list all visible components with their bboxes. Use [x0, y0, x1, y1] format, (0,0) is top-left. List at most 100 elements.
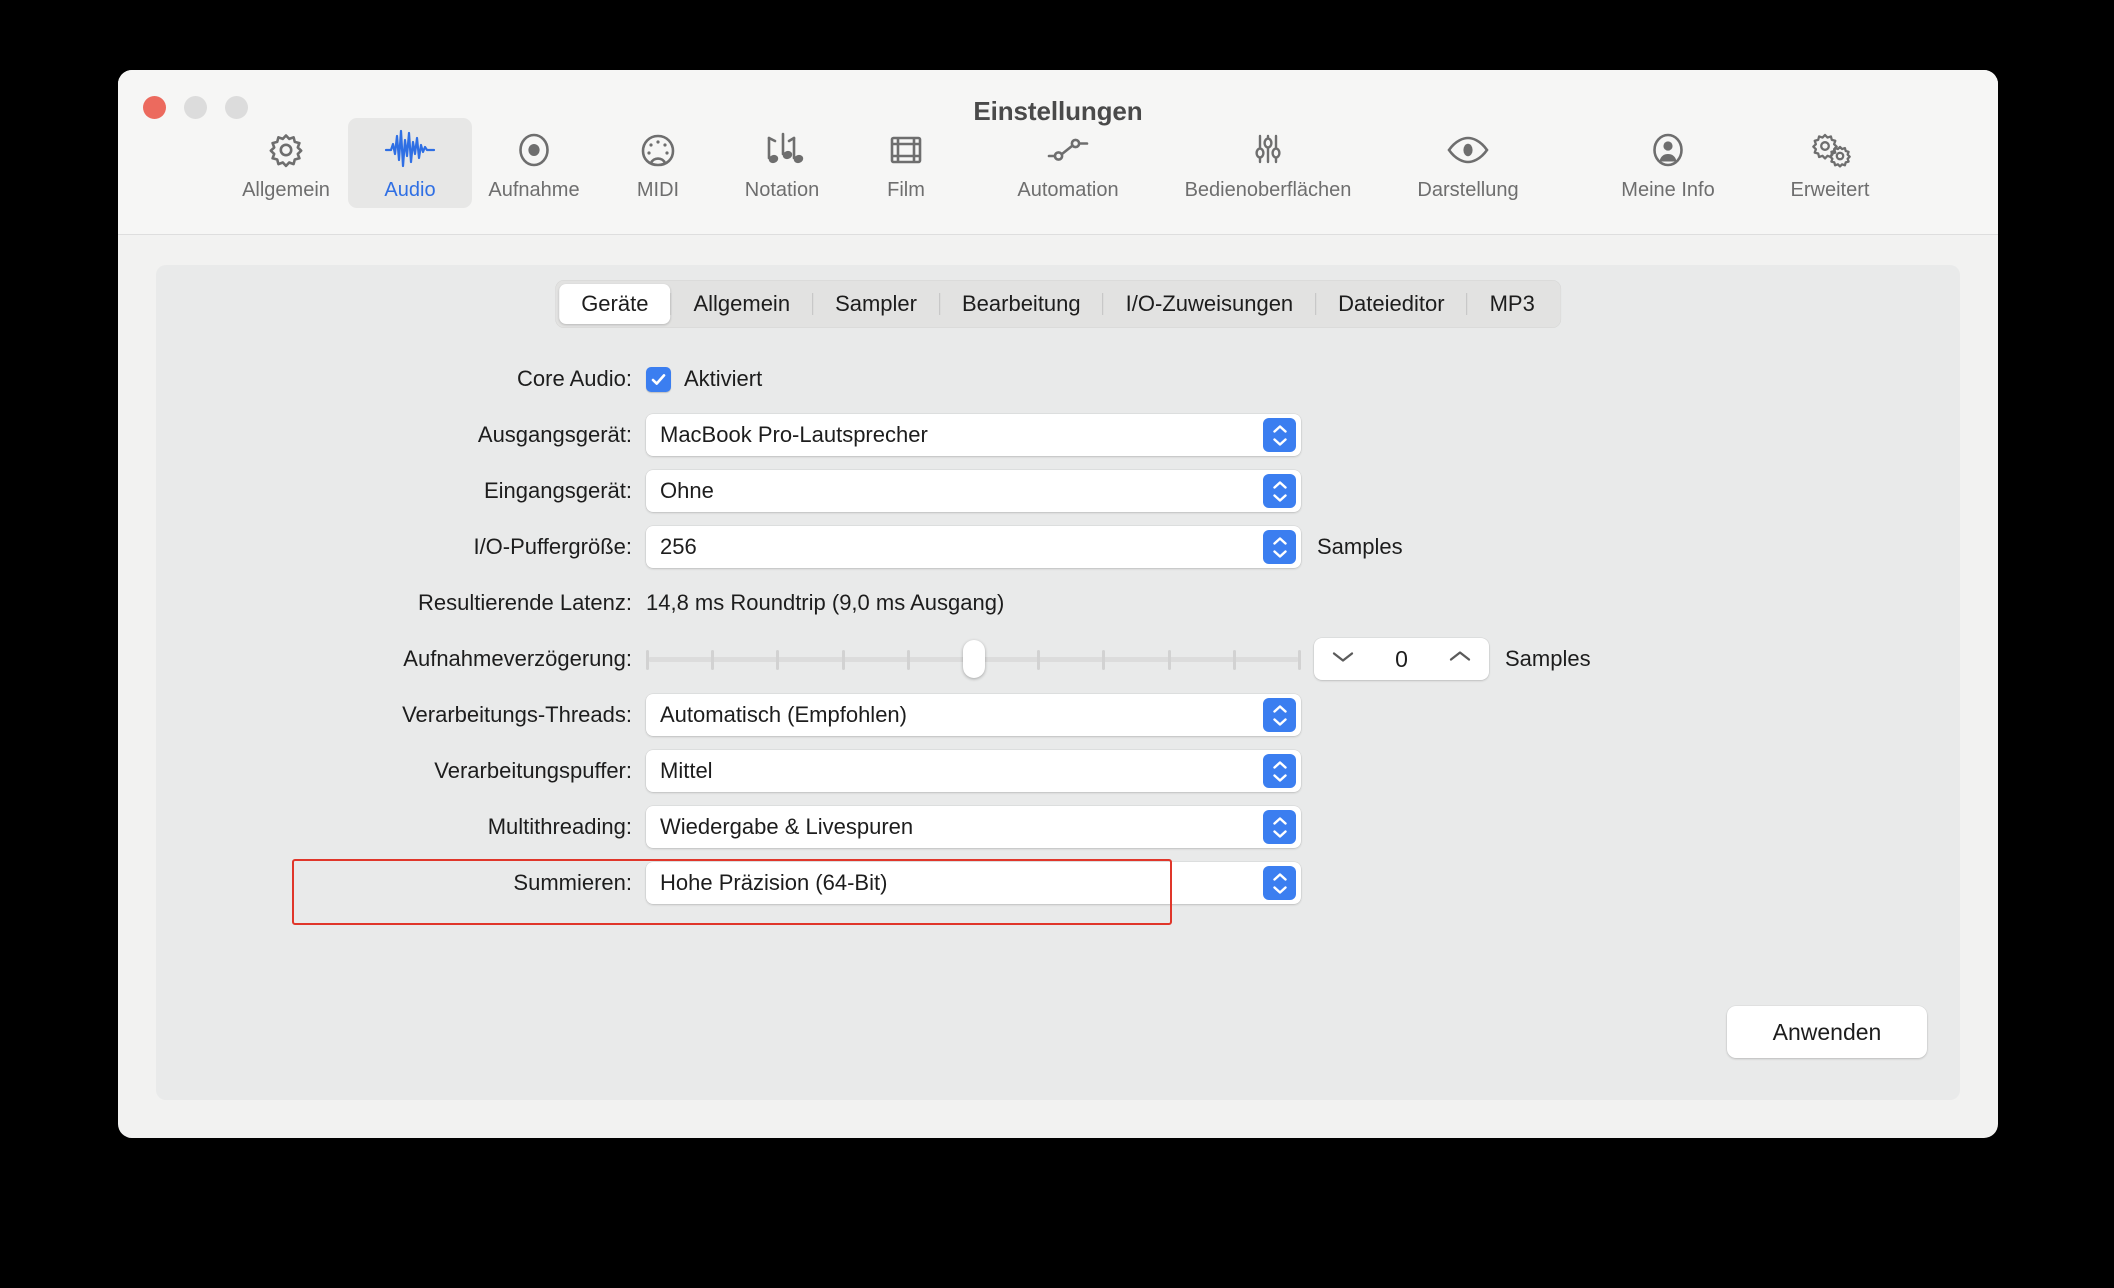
row-processing-buffer: Verarbeitungspuffer: Mittel [156, 743, 1960, 799]
toolbar-item-label: Erweitert [1790, 179, 1870, 201]
toolbar-item-label: Film [887, 179, 925, 201]
stepper-increment-icon[interactable] [1447, 649, 1473, 669]
recording-delay-label: Aufnahmeverzögerung: [403, 646, 632, 671]
tab-label: Dateieditor [1338, 291, 1445, 316]
preferences-content-panel: Geräte Allgemein Sampler Bearbeitung I/O… [156, 265, 1960, 1100]
core-audio-checkbox[interactable] [646, 366, 671, 392]
summing-select[interactable]: Hohe Präzision (64-Bit) [646, 862, 1301, 904]
output-device-value: MacBook Pro-Lautsprecher [660, 422, 928, 447]
toolbar-item-notation[interactable]: Notation [720, 118, 844, 208]
core-audio-checkbox-group[interactable]: Aktiviert [646, 366, 762, 392]
row-core-audio: Core Audio: Aktiviert [156, 351, 1960, 407]
toolbar-item-label: Bedienoberflächen [1184, 179, 1352, 201]
tab-label: Sampler [835, 291, 917, 316]
recording-delay-stepper[interactable]: 0 [1314, 638, 1489, 680]
tab-bearbeitung[interactable]: Bearbeitung [940, 284, 1103, 324]
recording-delay-value: 0 [1395, 645, 1408, 672]
eye-icon [1444, 127, 1492, 173]
core-audio-checkbox-label: Aktiviert [684, 366, 763, 391]
toolbar-item-meine-info[interactable]: Meine Info [1568, 118, 1768, 208]
chevron-updown-icon[interactable] [1263, 866, 1296, 900]
summing-value: Hohe Präzision (64-Bit) [660, 870, 888, 895]
tab-geraete[interactable]: Geräte [559, 284, 671, 324]
row-recording-delay: Aufnahmeverzögerung: 0 Samples [156, 631, 1960, 687]
sliders-icon [1246, 127, 1290, 173]
apply-button-label: Anwenden [1772, 1018, 1882, 1045]
chevron-updown-icon[interactable] [1263, 474, 1296, 508]
toolbar-item-label: Aufnahme [488, 179, 580, 201]
tab-label: Geräte [581, 291, 649, 316]
tab-label: I/O-Zuweisungen [1125, 291, 1294, 316]
toolbar-item-aufnahme[interactable]: Aufnahme [472, 118, 596, 208]
tab-allgemein[interactable]: Allgemein [671, 284, 812, 324]
tab-label: MP3 [1489, 291, 1535, 316]
row-input-device: Eingangsgerät: Ohne [156, 463, 1960, 519]
toolbar-item-label: MIDI [636, 179, 680, 201]
tab-label: Allgemein [693, 291, 791, 316]
preferences-window: Einstellungen Allgemein Audio Aufnahme M… [118, 70, 1998, 1138]
processing-threads-label: Verarbeitungs-Threads: [402, 702, 632, 727]
toolbar-item-automation[interactable]: Automation [968, 118, 1168, 208]
multithreading-value: Wiedergabe & Livespuren [660, 814, 914, 839]
row-io-buffer-size: I/O-Puffergröße: 256 Samples [156, 519, 1960, 575]
tab-sampler[interactable]: Sampler [813, 284, 939, 324]
toolbar-item-audio[interactable]: Audio [348, 118, 472, 208]
processing-threads-value: Automatisch (Empfohlen) [660, 702, 907, 727]
chevron-updown-icon[interactable] [1263, 810, 1296, 844]
io-buffer-size-select[interactable]: 256 [646, 526, 1301, 568]
slider-thumb[interactable] [962, 640, 985, 678]
multithreading-label: Multithreading: [487, 814, 632, 839]
processing-buffer-label: Verarbeitungspuffer: [434, 758, 632, 783]
processing-buffer-select[interactable]: Mittel [646, 750, 1301, 792]
output-device-label: Ausgangsgerät: [477, 422, 632, 447]
row-processing-threads: Verarbeitungs-Threads: Automatisch (Empf… [156, 687, 1960, 743]
midi-port-icon [636, 127, 680, 173]
input-device-value: Ohne [660, 478, 714, 503]
automation-node-icon [1044, 127, 1092, 173]
resulting-latency-value: 14,8 ms Roundtrip (9,0 ms Ausgang) [646, 590, 1005, 615]
toolbar-items: Allgemein Audio Aufnahme MIDI Notation F… [118, 118, 1998, 208]
io-buffer-size-unit: Samples [1317, 534, 1403, 559]
core-audio-label: Core Audio: [517, 366, 632, 391]
toolbar-item-label: Automation [1017, 179, 1119, 201]
processing-threads-select[interactable]: Automatisch (Empfohlen) [646, 694, 1301, 736]
tab-bar: Geräte Allgemein Sampler Bearbeitung I/O… [555, 280, 1561, 328]
io-buffer-size-label: I/O-Puffergröße: [473, 534, 632, 559]
chevron-updown-icon[interactable] [1263, 418, 1296, 452]
toolbar-item-allgemein[interactable]: Allgemein [224, 118, 348, 208]
io-buffer-size-value: 256 [660, 534, 697, 559]
row-summing: Summieren: Hohe Präzision (64-Bit) [156, 855, 1960, 911]
tab-label: Bearbeitung [961, 291, 1081, 316]
toolbar-item-darstellung[interactable]: Darstellung [1368, 118, 1568, 208]
resulting-latency-label: Resultierende Latenz: [417, 590, 632, 615]
chevron-updown-icon[interactable] [1263, 698, 1296, 732]
window-toolbar: Einstellungen Allgemein Audio Aufnahme M… [118, 70, 1998, 235]
input-device-select[interactable]: Ohne [646, 470, 1301, 512]
checkmark-icon [651, 373, 666, 385]
chevron-updown-icon[interactable] [1263, 754, 1296, 788]
person-circle-icon [1646, 127, 1690, 173]
row-output-device: Ausgangsgerät: MacBook Pro-Lautsprecher [156, 407, 1960, 463]
toolbar-item-label: Notation [744, 179, 820, 201]
record-circle-icon [512, 127, 556, 173]
toolbar-item-film[interactable]: Film [844, 118, 968, 208]
multithreading-select[interactable]: Wiedergabe & Livespuren [646, 806, 1301, 848]
chevron-updown-icon[interactable] [1263, 530, 1296, 564]
apply-button[interactable]: Anwenden [1727, 1006, 1927, 1058]
processing-buffer-value: Mittel [660, 758, 713, 783]
recording-delay-slider[interactable] [646, 638, 1301, 680]
tab-mp3[interactable]: MP3 [1468, 284, 1557, 324]
output-device-select[interactable]: MacBook Pro-Lautsprecher [646, 414, 1301, 456]
toolbar-item-midi[interactable]: MIDI [596, 118, 720, 208]
recording-delay-unit: Samples [1505, 646, 1591, 671]
tab-io-zuweisungen[interactable]: I/O-Zuweisungen [1104, 284, 1316, 324]
input-device-label: Eingangsgerät: [484, 478, 632, 503]
row-multithreading: Multithreading: Wiedergabe & Livespuren [156, 799, 1960, 855]
toolbar-item-erweitert[interactable]: Erweitert [1768, 118, 1892, 208]
tab-dateieditor[interactable]: Dateieditor [1316, 284, 1466, 324]
toolbar-item-label: Darstellung [1417, 179, 1519, 201]
waveform-icon [384, 127, 436, 173]
summing-label: Summieren: [513, 870, 632, 895]
toolbar-item-bedienoberflaechen[interactable]: Bedienoberflächen [1168, 118, 1368, 208]
stepper-decrement-icon[interactable] [1330, 649, 1356, 669]
